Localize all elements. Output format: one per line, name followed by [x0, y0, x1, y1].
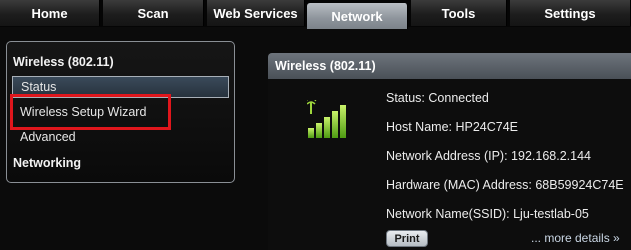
tab-scan[interactable]: Scan — [103, 0, 204, 26]
tab-web-services[interactable]: Web Services — [207, 0, 305, 26]
highlight-annotation-box — [10, 94, 171, 130]
tab-network[interactable]: Network — [307, 3, 408, 29]
mac-address-text: Hardware (MAC) Address: 68B59924C74E — [386, 178, 624, 192]
ip-address-text: Network Address (IP): 192.168.2.144 — [386, 149, 591, 163]
wifi-signal-icon — [307, 100, 346, 138]
panel-title: Wireless (802.11) — [268, 53, 631, 79]
sidebar-heading-networking[interactable]: Networking — [13, 156, 81, 170]
wireless-status-panel: Wireless (802.11) Status: Connected Host… — [268, 53, 631, 250]
ssid-text: Network Name(SSID): Lju-testlab-05 — [386, 207, 589, 221]
print-button[interactable]: Print — [386, 230, 428, 247]
double-chevron-right-icon[interactable]: » — [613, 231, 620, 245]
more-details-label[interactable]: ... more details — [531, 231, 610, 245]
sidebar-heading-wireless[interactable]: Wireless (802.11) — [13, 55, 114, 69]
status-text: Status: Connected — [386, 91, 489, 105]
tab-home[interactable]: Home — [0, 0, 100, 26]
tab-tools[interactable]: Tools — [411, 0, 507, 26]
more-details-link[interactable]: ... more details » — [531, 231, 620, 245]
host-name-text: Host Name: HP24C74E — [386, 120, 519, 134]
tab-settings[interactable]: Settings — [510, 0, 631, 26]
top-tab-bar: Home Scan Web Services Network Tools Set… — [0, 0, 631, 29]
